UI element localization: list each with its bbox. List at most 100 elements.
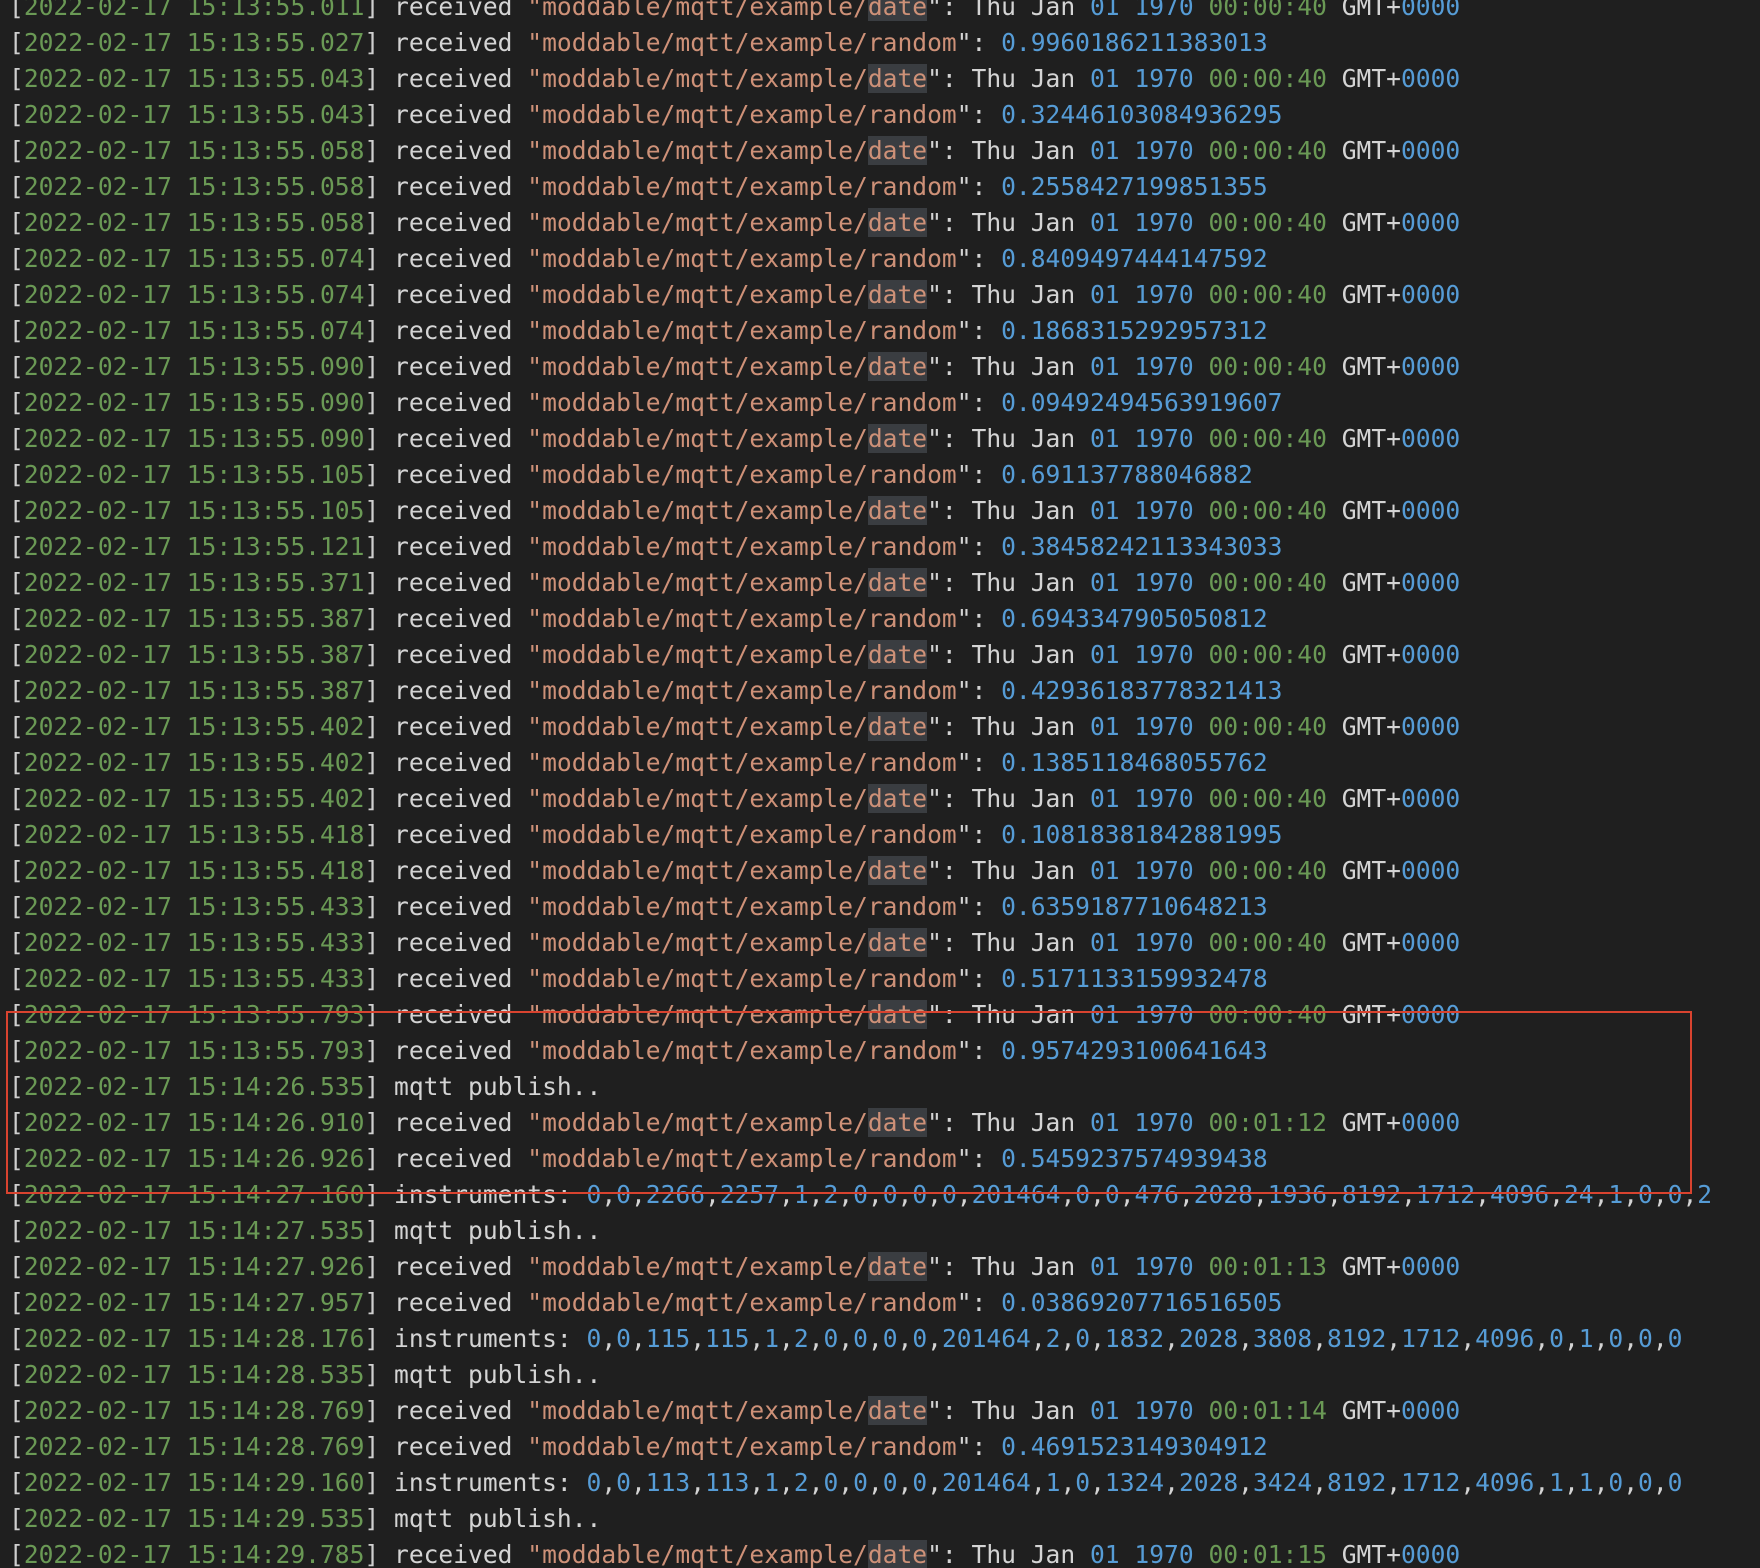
random-value: 0.10818381842881995	[1001, 820, 1283, 849]
date-weekday-month: Thu Jan	[971, 784, 1076, 813]
topic-prefix: "moddable/mqtt/example/	[527, 496, 868, 525]
topic-name: date	[867, 568, 928, 597]
date-weekday-month: Thu Jan	[971, 568, 1076, 597]
date-offset: 0000	[1400, 1396, 1461, 1425]
instrument-value: 201464	[941, 1468, 1031, 1497]
instrument-value: 0	[1608, 1324, 1624, 1353]
topic-suffix: ":	[956, 388, 1002, 417]
instrument-value: 4096	[1475, 1468, 1535, 1497]
date-clock: 00:00:40	[1208, 856, 1327, 885]
log-event: received	[394, 64, 513, 93]
log-time: 15:13:55.793	[186, 1000, 365, 1029]
instrument-value: 1712	[1415, 1180, 1476, 1209]
date-gmt: GMT+	[1341, 496, 1401, 525]
topic-suffix: ":	[956, 244, 1002, 273]
date-year: 1970	[1134, 784, 1194, 813]
date-gmt: GMT+	[1341, 136, 1401, 165]
topic-prefix: "moddable/mqtt/example/	[527, 64, 868, 93]
instrument-value: 201464	[941, 1324, 1031, 1353]
topic-name: random	[867, 892, 957, 921]
topic-prefix: "moddable/mqtt/example/	[527, 316, 868, 345]
date-year: 1970	[1134, 1252, 1194, 1281]
log-line: [2022-02-17 15:13:55.402] received "modd…	[9, 748, 1268, 777]
topic-name: date	[867, 0, 928, 21]
topic-prefix: "moddable/mqtt/example/	[527, 136, 868, 165]
date-gmt: GMT+	[1341, 0, 1401, 21]
log-event: received	[394, 0, 513, 21]
log-line: [2022-02-17 15:14:27.535] mqtt publish..	[9, 1216, 602, 1245]
date-offset: 0000	[1400, 0, 1461, 21]
log-event: received	[394, 388, 513, 417]
log-time: 15:13:55.090	[186, 388, 365, 417]
log-event: received	[394, 892, 513, 921]
instrument-value: 0	[1667, 1180, 1683, 1209]
topic-suffix: ":	[956, 1288, 1002, 1317]
instrument-value: 4096	[1489, 1180, 1550, 1209]
instrument-value: 8192	[1327, 1324, 1387, 1353]
log-time: 15:14:27.160	[186, 1180, 365, 1209]
log-time: 15:13:55.418	[186, 820, 365, 849]
log-date: 2022-02-17	[23, 676, 172, 705]
topic-name: random	[867, 604, 957, 633]
log-time: 15:13:55.027	[186, 28, 365, 57]
log-time: 15:13:55.402	[186, 712, 365, 741]
random-value: 0.6359187710648213	[1001, 892, 1268, 921]
topic-name: date	[867, 136, 928, 165]
date-year: 1970	[1134, 1000, 1194, 1029]
topic-prefix: "moddable/mqtt/example/	[527, 1036, 868, 1065]
log-line: [2022-02-17 15:14:26.926] received "modd…	[9, 1144, 1268, 1173]
log-event: received	[394, 856, 513, 885]
date-year: 1970	[1134, 136, 1194, 165]
log-line: [2022-02-17 15:13:55.371] received "modd…	[9, 568, 1461, 597]
date-offset: 0000	[1400, 1252, 1461, 1281]
random-value: 0.09492494563919607	[1001, 388, 1283, 417]
date-weekday-month: Thu Jan	[971, 352, 1076, 381]
topic-name: random	[867, 28, 957, 57]
log-date: 2022-02-17	[23, 1252, 172, 1281]
terminal-output[interactable]: [2022-02-17 15:13:55.011] received "modd…	[0, 0, 1760, 1568]
topic-prefix: "moddable/mqtt/example/	[527, 676, 868, 705]
date-offset: 0000	[1400, 64, 1461, 93]
topic-prefix: "moddable/mqtt/example/	[527, 1144, 868, 1173]
date-weekday-month: Thu Jan	[971, 424, 1076, 453]
instrument-value: 0	[941, 1180, 957, 1209]
topic-suffix: ":	[927, 0, 972, 21]
log-time: 15:13:55.793	[186, 1036, 365, 1065]
instrument-value: 113	[705, 1468, 750, 1497]
date-gmt: GMT+	[1341, 1396, 1401, 1425]
date-offset: 0000	[1400, 856, 1461, 885]
topic-suffix: ":	[927, 640, 972, 669]
topic-suffix: ":	[956, 1144, 1002, 1173]
instrument-value: 1	[1045, 1468, 1061, 1497]
topic-suffix: ":	[927, 784, 972, 813]
date-weekday-month: Thu Jan	[971, 136, 1076, 165]
topic-prefix: "moddable/mqtt/example/	[527, 208, 868, 237]
date-day: 01	[1089, 568, 1120, 597]
random-value: 0.5171133159932478	[1001, 964, 1268, 993]
date-gmt: GMT+	[1341, 1108, 1401, 1137]
log-date: 2022-02-17	[23, 1468, 172, 1497]
date-day: 01	[1089, 424, 1120, 453]
topic-suffix: ":	[956, 676, 1002, 705]
instrument-value: 1712	[1401, 1324, 1461, 1353]
instrument-value: 2028	[1178, 1468, 1239, 1497]
log-time: 15:13:55.418	[186, 856, 365, 885]
instrument-value: 1	[793, 1180, 809, 1209]
topic-name: date	[867, 280, 928, 309]
instrument-value: 2	[823, 1180, 839, 1209]
log-line: [2022-02-17 15:13:55.074] received "modd…	[9, 316, 1268, 345]
log-line: [2022-02-17 15:14:29.785] received "modd…	[9, 1540, 1461, 1568]
instrument-value: 1712	[1401, 1468, 1461, 1497]
date-gmt: GMT+	[1341, 424, 1401, 453]
log-line: [2022-02-17 15:13:55.043] received "modd…	[9, 64, 1461, 93]
date-weekday-month: Thu Jan	[971, 496, 1076, 525]
publish-message: mqtt publish..	[394, 1504, 602, 1533]
date-year: 1970	[1134, 1540, 1194, 1568]
date-day: 01	[1089, 1252, 1120, 1281]
topic-suffix: ":	[956, 964, 1002, 993]
instrument-value: 1	[1578, 1468, 1594, 1497]
log-date: 2022-02-17	[23, 280, 172, 309]
topic-prefix: "moddable/mqtt/example/	[527, 424, 868, 453]
log-event: received	[394, 172, 513, 201]
log-date: 2022-02-17	[23, 820, 172, 849]
